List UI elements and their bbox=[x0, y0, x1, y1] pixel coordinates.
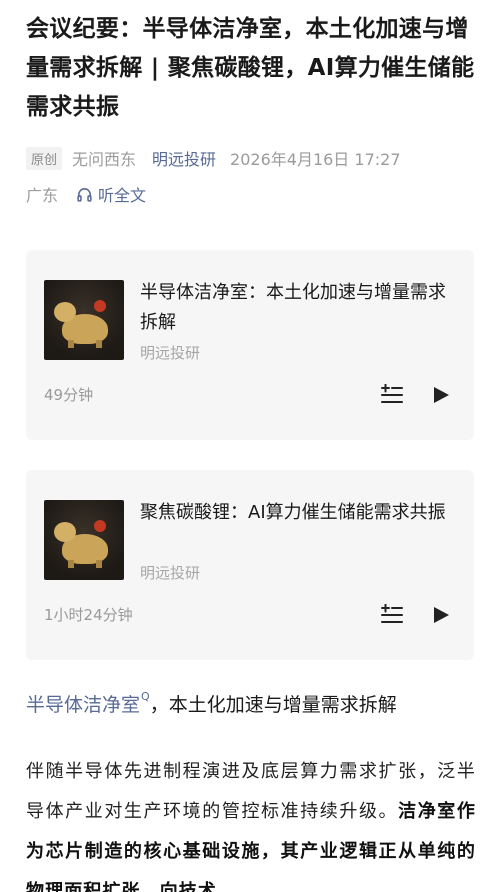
audio-card[interactable]: 聚焦碳酸锂：AI算力催生储能需求共振 明远投研 1小时24分钟 bbox=[26, 470, 474, 660]
listen-full-label: 听全文 bbox=[98, 186, 147, 205]
body-paragraph: 伴随半导体先进制程演进及底层算力需求扩张，泛半导体产业对生产环境的管控标准持续升… bbox=[26, 752, 476, 892]
section-heading-rest: ，本土化加速与增量需求拆解 bbox=[149, 694, 397, 716]
audio-title: 聚焦碳酸锂：AI算力催生储能需求共振 bbox=[140, 502, 446, 523]
audio-title: 半导体洁净室：本土化加速与增量需求拆解 bbox=[140, 282, 446, 333]
listen-full-button[interactable]: 听全文 bbox=[76, 182, 146, 206]
search-icon[interactable]: Q bbox=[141, 690, 150, 703]
article-meta: 原创 无问西东 明远投研 2026年4月16日 17:27 bbox=[26, 146, 486, 170]
publish-datetime: 2026年4月16日 17:27 bbox=[230, 150, 401, 169]
article-title: 会议纪要：半导体洁净室，本土化加速与增量需求拆解 | 聚焦碳酸锂，AI算力催生储… bbox=[26, 16, 475, 120]
audio-source: 明远投研 bbox=[140, 344, 201, 362]
author-name: 无问西东 bbox=[72, 150, 137, 169]
article-meta-row2: 广东 听全文 bbox=[26, 182, 146, 206]
audio-source: 明远投研 bbox=[140, 564, 201, 582]
original-badge: 原创 bbox=[26, 146, 63, 170]
audio-thumbnail bbox=[44, 280, 124, 360]
audio-card[interactable]: 半导体洁净室：本土化加速与增量需求拆解 明远投研 49分钟 bbox=[26, 250, 474, 440]
section-heading: 半导体洁净室Q，本土化加速与增量需求拆解 bbox=[26, 690, 397, 717]
audio-thumbnail bbox=[44, 500, 124, 580]
headphones-icon bbox=[77, 187, 92, 202]
add-to-playlist-icon[interactable] bbox=[380, 604, 404, 626]
location-label: 广东 bbox=[26, 186, 59, 205]
audio-duration: 1小时24分钟 bbox=[44, 606, 133, 624]
add-to-playlist-icon[interactable] bbox=[380, 384, 404, 406]
play-icon[interactable] bbox=[432, 606, 450, 624]
account-link[interactable]: 明远投研 bbox=[152, 146, 216, 170]
audio-duration: 49分钟 bbox=[44, 386, 94, 404]
play-icon[interactable] bbox=[432, 386, 450, 404]
search-link[interactable]: 半导体洁净室 bbox=[26, 694, 140, 716]
